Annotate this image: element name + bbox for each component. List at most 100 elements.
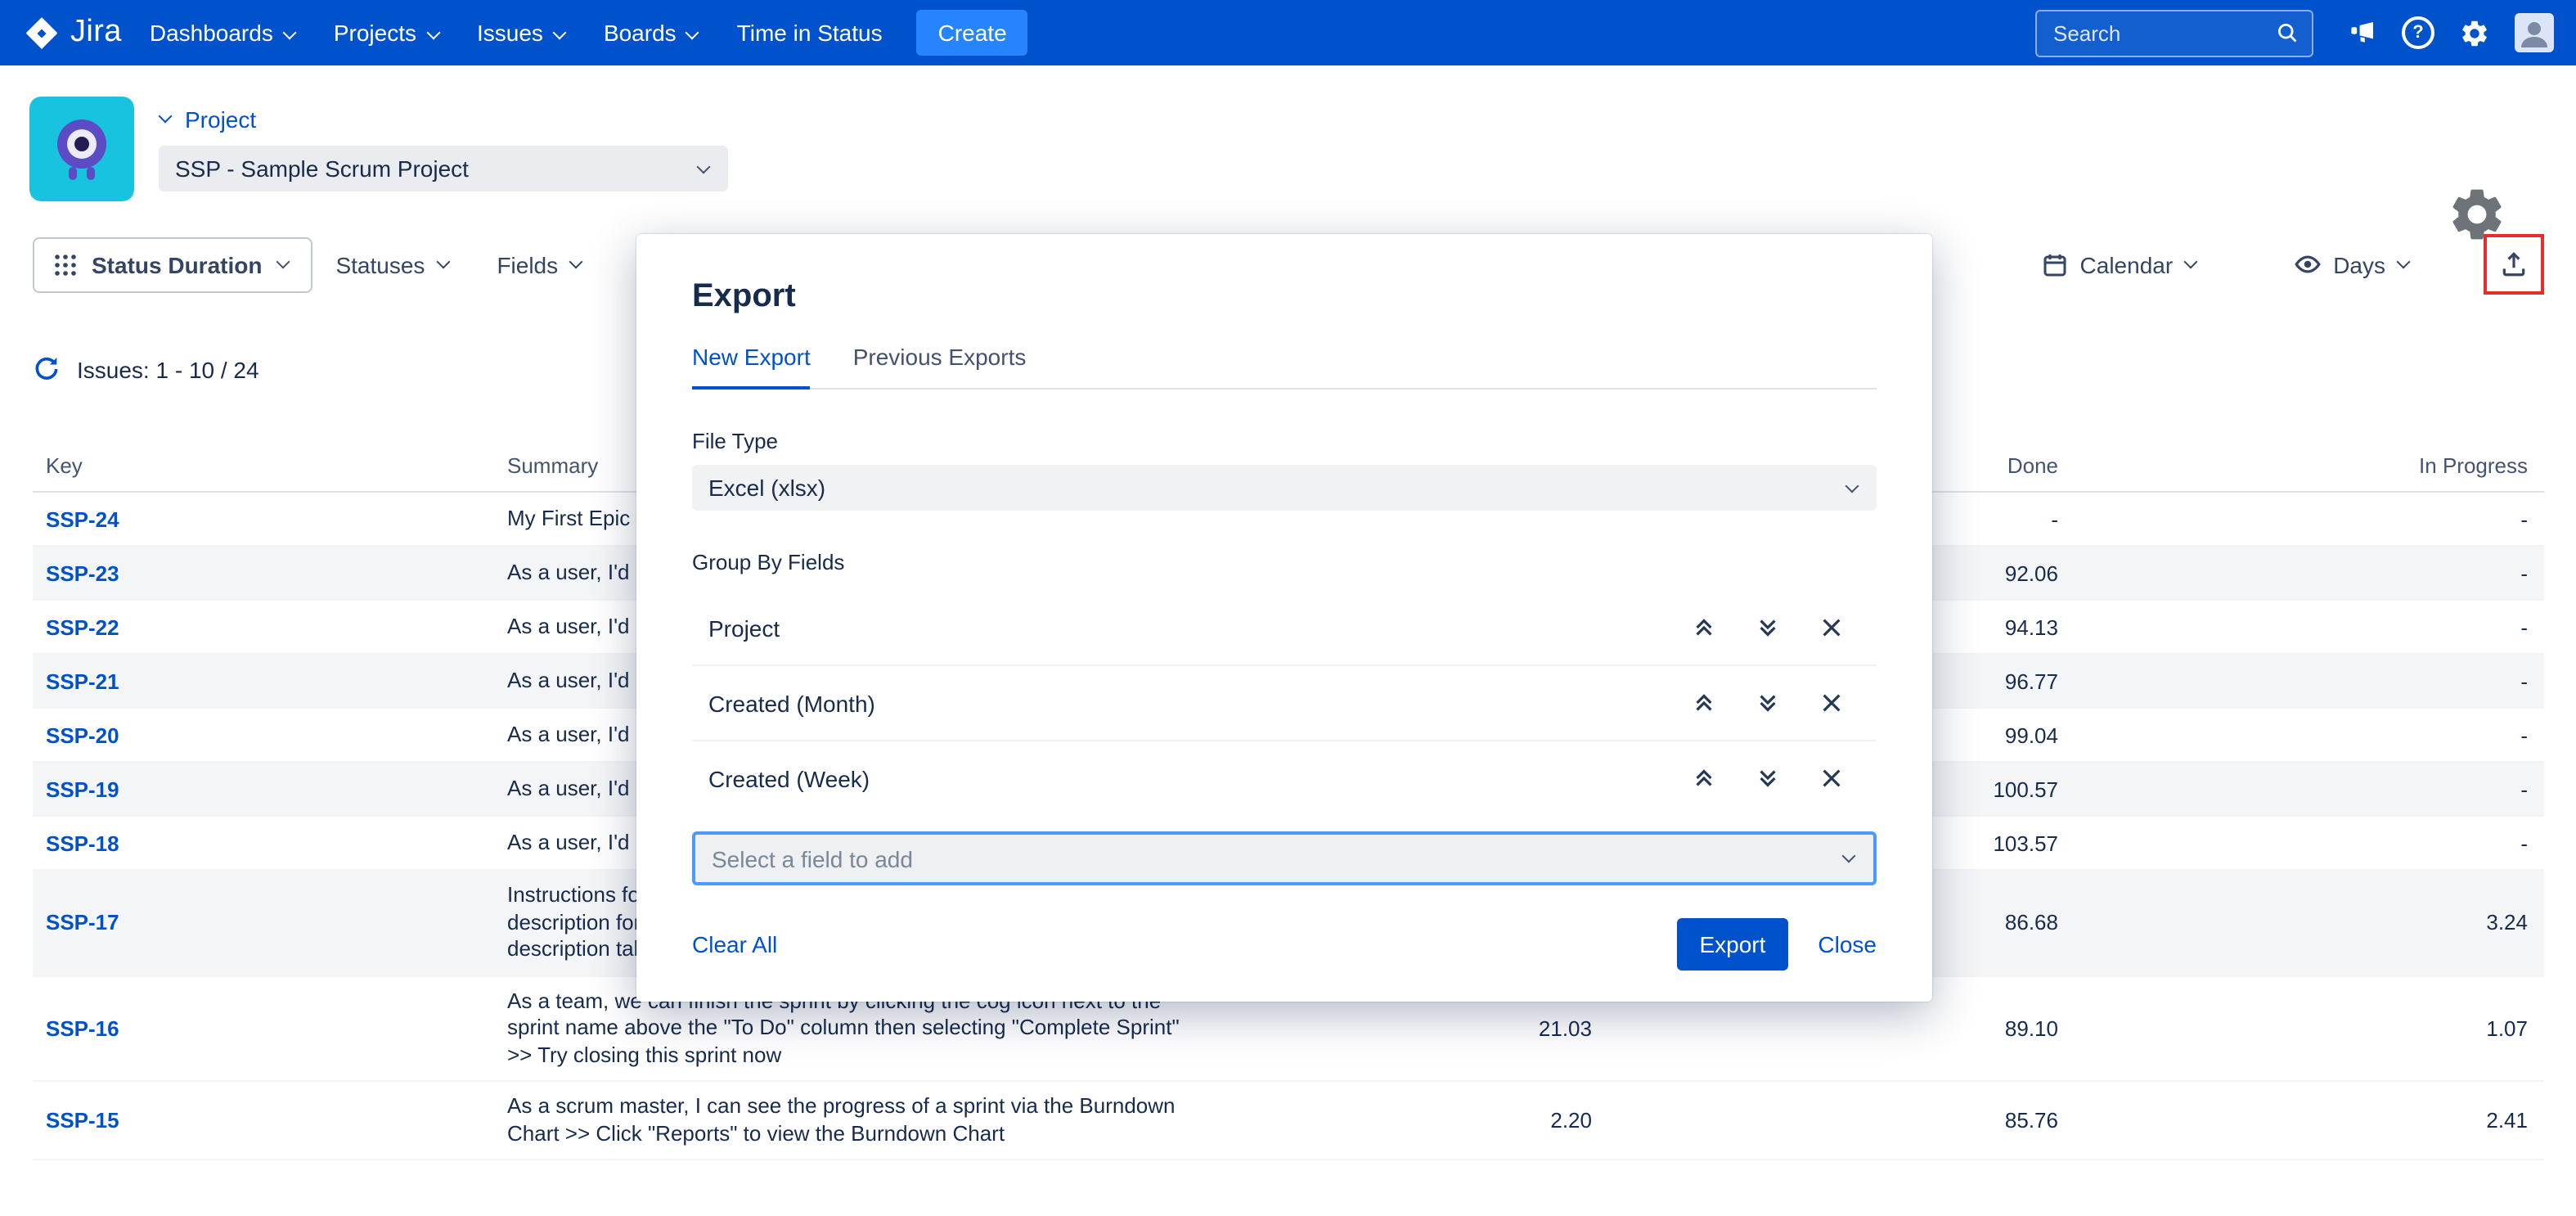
grid-icon <box>54 253 77 276</box>
view-selector-label: Status Duration <box>92 251 262 277</box>
page-settings-gear-icon[interactable] <box>2446 183 2508 245</box>
refresh-icon[interactable] <box>33 355 61 383</box>
project-select[interactable]: SSP - Sample Scrum Project <box>159 146 728 191</box>
statuses-label: Statuses <box>335 251 425 277</box>
issues-summary-text: Issues: 1 - 10 / 24 <box>77 356 259 382</box>
chevron-down-icon <box>2397 257 2412 272</box>
jira-logo[interactable]: Jira <box>23 14 122 52</box>
issue-key-link[interactable]: SSP-16 <box>46 1016 119 1041</box>
move-to-top-icon[interactable] <box>1692 766 1716 790</box>
search-box[interactable] <box>2035 9 2313 56</box>
calendar-dropdown[interactable]: Calendar <box>2020 251 2223 277</box>
add-field-select[interactable]: Select a field to add <box>692 831 1877 885</box>
remove-field-icon[interactable] <box>1819 691 1844 715</box>
eye-icon <box>2294 250 2322 278</box>
issue-in-progress-value: - <box>2058 669 2544 693</box>
chevron-down-icon <box>686 27 701 42</box>
view-selector-button[interactable]: Status Duration <box>33 236 312 292</box>
help-icon[interactable]: ? <box>2402 16 2434 49</box>
issue-key-link[interactable]: SSP-18 <box>46 831 119 855</box>
project-select-value: SSP - Sample Scrum Project <box>175 155 469 182</box>
clear-all-link[interactable]: Clear All <box>692 930 777 957</box>
navbar-menu-item[interactable]: Issues <box>459 0 586 65</box>
navbar-menu-item[interactable]: Projects <box>316 0 459 65</box>
issue-key-link[interactable]: SSP-24 <box>46 507 119 531</box>
issue-key-link[interactable]: SSP-20 <box>46 723 119 747</box>
modal-tab[interactable]: New Export <box>692 344 811 390</box>
modal-tab[interactable]: Previous Exports <box>853 344 1027 388</box>
settings-gear-icon[interactable] <box>2459 17 2490 48</box>
chevron-down-icon <box>283 27 298 42</box>
issue-in-progress-value: - <box>2058 507 2544 531</box>
navbar-menu-item-label: Issues <box>477 20 543 46</box>
column-header-key: Key <box>33 453 507 478</box>
statuses-dropdown[interactable]: Statuses <box>312 251 474 277</box>
fields-label: Fields <box>497 251 558 277</box>
issue-key-link[interactable]: SSP-15 <box>46 1108 119 1133</box>
group-field-label: Created (Week) <box>708 765 870 791</box>
navbar-menu-item[interactable]: Dashboards <box>132 0 316 65</box>
group-field-label: Created (Month) <box>708 690 875 716</box>
unit-dropdown[interactable]: Days <box>2271 250 2434 278</box>
chevron-down-icon <box>436 257 451 272</box>
export-modal: Export New Export Previous Exports File … <box>636 234 1932 1002</box>
chevron-down-icon <box>697 161 712 176</box>
issue-in-progress-value: - <box>2058 561 2544 585</box>
feedback-megaphone-icon[interactable] <box>2348 18 2377 47</box>
chevron-down-icon <box>159 110 173 125</box>
remove-field-icon[interactable] <box>1819 766 1844 790</box>
modal-close-link[interactable]: Close <box>1818 930 1877 957</box>
navbar-menu-item[interactable]: Time in Status <box>719 0 901 65</box>
create-button[interactable]: Create <box>917 10 1028 56</box>
group-fields-list: Project Created (Month) <box>692 591 1877 815</box>
project-breadcrumb[interactable]: Project <box>159 106 728 133</box>
table-row: SSP-15 As a scrum master, I can see the … <box>33 1082 2544 1160</box>
modal-export-button[interactable]: Export <box>1676 917 1788 970</box>
chevron-down-icon <box>276 257 291 272</box>
project-avatar <box>29 97 134 201</box>
navbar-menu-item[interactable]: Boards <box>586 0 719 65</box>
issue-in-progress-value: 1.07 <box>2058 1016 2544 1041</box>
file-type-select[interactable]: Excel (xlsx) <box>692 465 1877 511</box>
jira-mark-icon <box>23 14 61 52</box>
issue-key-link[interactable]: SSP-21 <box>46 669 119 693</box>
move-to-top-icon[interactable] <box>1692 615 1716 640</box>
issue-in-progress-value: - <box>2058 831 2544 855</box>
group-field-row: Project <box>692 591 1877 666</box>
search-icon <box>2276 21 2299 44</box>
move-to-bottom-icon[interactable] <box>1756 766 1780 790</box>
chevron-down-icon <box>1845 480 1860 495</box>
move-to-top-icon[interactable] <box>1692 691 1716 715</box>
fields-dropdown[interactable]: Fields <box>474 251 607 277</box>
unit-label: Days <box>2333 251 2385 277</box>
export-upload-icon <box>2500 250 2528 278</box>
navbar-menu: Dashboards Projects Issues Boards Time i… <box>132 0 901 65</box>
move-to-bottom-icon[interactable] <box>1756 615 1780 640</box>
issue-done-value: 89.10 <box>1592 1016 2058 1041</box>
navbar-menu-item-label: Dashboards <box>150 20 273 46</box>
issue-key-link[interactable]: SSP-17 <box>46 911 119 935</box>
search-input[interactable] <box>2050 19 2237 47</box>
issue-key-link[interactable]: SSP-19 <box>46 777 119 801</box>
issue-key-link[interactable]: SSP-22 <box>46 615 119 639</box>
project-header: Project SSP - Sample Scrum Project <box>0 65 2576 201</box>
issue-in-progress-value: - <box>2058 615 2544 639</box>
issue-key-link[interactable]: SSP-23 <box>46 561 119 585</box>
chevron-down-icon <box>426 27 441 42</box>
modal-title: Export <box>692 278 1877 316</box>
group-by-label: Group By Fields <box>692 550 1877 574</box>
chevron-down-icon <box>553 27 568 42</box>
group-field-row: Created (Week) <box>692 741 1877 815</box>
add-field-placeholder: Select a field to add <box>712 845 913 871</box>
issue-in-progress-value: - <box>2058 723 2544 747</box>
move-to-bottom-icon[interactable] <box>1756 691 1780 715</box>
issue-hidden-col-value: 2.20 <box>1423 1108 1592 1133</box>
calendar-label: Calendar <box>2080 251 2174 277</box>
file-type-value: Excel (xlsx) <box>708 475 825 501</box>
modal-footer: Clear All Export Close <box>692 913 1877 974</box>
navbar-right: ? <box>2035 9 2554 56</box>
group-field-row: Created (Month) <box>692 666 1877 741</box>
remove-field-icon[interactable] <box>1819 615 1844 640</box>
chevron-down-icon <box>1842 851 1857 866</box>
user-avatar[interactable] <box>2515 13 2554 52</box>
